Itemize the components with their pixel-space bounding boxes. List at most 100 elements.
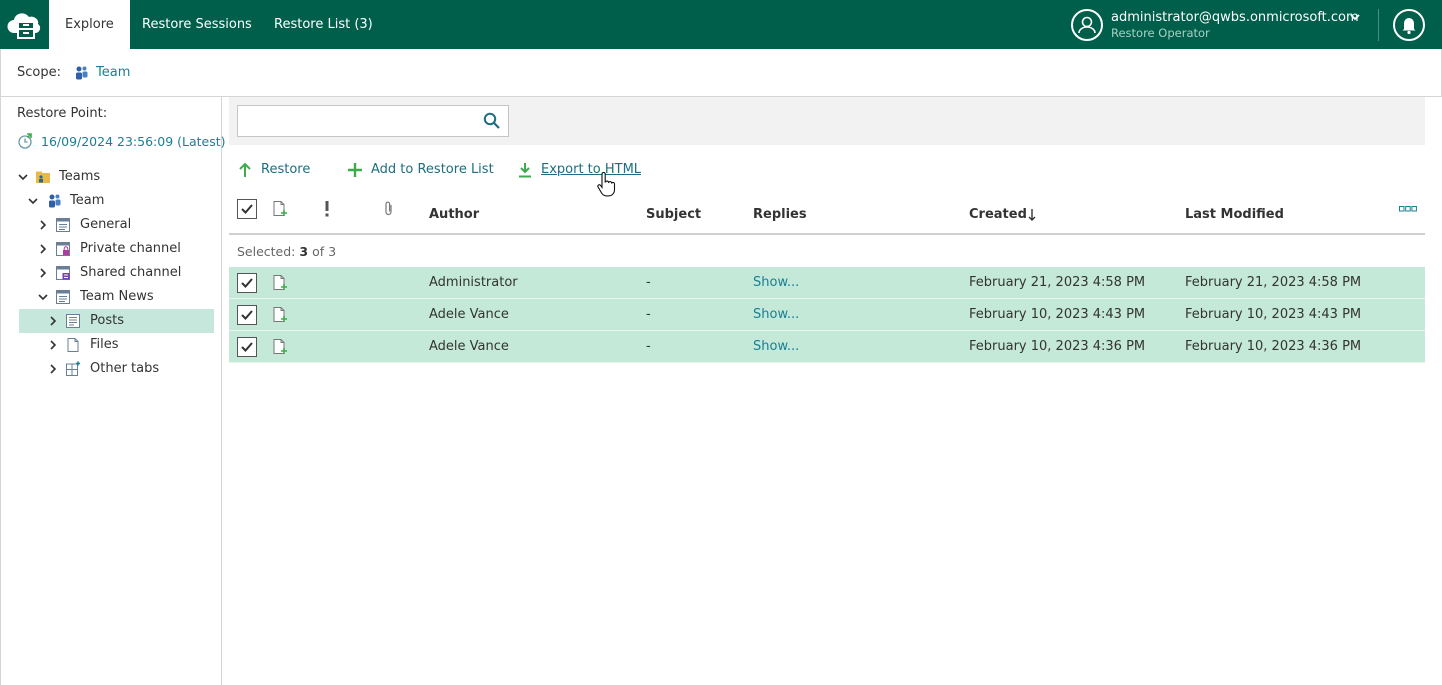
export-to-html-label: Export to HTML — [541, 162, 642, 177]
cell-subject: - — [646, 307, 651, 322]
tree-item-shared-channel[interactable]: Shared channel — [37, 261, 213, 285]
user-icon — [1078, 16, 1096, 34]
tree-item-private-channel[interactable]: Private channel — [37, 237, 213, 261]
export-to-html-button[interactable]: Export to HTML — [517, 160, 647, 180]
table-row[interactable]: Adele Vance - Show... February 10, 2023 … — [229, 331, 1425, 363]
cell-last-modified: February 21, 2023 4:58 PM — [1185, 275, 1362, 290]
chevron-right-icon[interactable] — [37, 243, 49, 255]
row-checkbox[interactable] — [237, 305, 257, 325]
chevron-right-icon[interactable] — [47, 363, 59, 375]
cell-author: Administrator — [429, 275, 518, 290]
tab-explore[interactable]: Explore — [49, 0, 130, 49]
chevron-right-icon[interactable] — [47, 339, 59, 351]
user-email[interactable]: administrator@qwbs.onmicrosoft.com — [1111, 10, 1359, 25]
arrow-up-icon — [239, 162, 251, 177]
tree-item-files[interactable]: Files — [47, 333, 213, 357]
restore-point-clock-icon — [18, 133, 32, 149]
post-item-icon — [273, 307, 287, 322]
chevron-down-icon[interactable] — [17, 171, 29, 183]
plus-icon — [348, 163, 362, 177]
item-type-icon — [273, 201, 287, 216]
chevron-right-icon[interactable] — [47, 315, 59, 327]
channel-icon — [56, 218, 70, 232]
chevron-down-icon[interactable] — [37, 291, 49, 303]
tree-item-label: Private channel — [80, 241, 181, 256]
table-header: Author Subject Replies Created Last Modi… — [229, 195, 1425, 235]
checkmark-icon — [241, 204, 253, 214]
chevron-down-icon[interactable] — [27, 195, 39, 207]
row-checkbox[interactable] — [237, 273, 257, 293]
cell-last-modified: February 10, 2023 4:43 PM — [1185, 307, 1362, 322]
posts-icon — [66, 314, 80, 328]
checkmark-icon — [241, 342, 253, 352]
column-options-icon[interactable] — [1399, 205, 1417, 213]
show-replies-link[interactable]: Show... — [753, 275, 799, 290]
tree-item-general[interactable]: General — [37, 213, 213, 237]
tab-restore-sessions[interactable]: Restore Sessions — [126, 0, 268, 49]
post-item-icon — [273, 339, 287, 354]
tree-item-other-tabs[interactable]: Other tabs — [47, 357, 213, 381]
teams-folder-icon — [36, 171, 50, 183]
shared-channel-icon — [56, 266, 70, 280]
column-last-modified[interactable]: Last Modified — [1185, 207, 1284, 222]
private-channel-icon — [56, 242, 70, 256]
cell-author: Adele Vance — [429, 339, 509, 354]
column-created[interactable]: Created — [969, 207, 1027, 222]
team-icon — [76, 66, 88, 80]
checkmark-icon — [241, 310, 253, 320]
search-input[interactable] — [237, 105, 509, 137]
post-item-icon — [273, 275, 287, 290]
tree-item-label: Files — [90, 337, 119, 352]
restore-button[interactable]: Restore — [237, 160, 317, 180]
restore-button-label: Restore — [261, 162, 311, 177]
column-author[interactable]: Author — [429, 207, 479, 222]
app-logo-icon — [7, 13, 41, 39]
attachment-icon — [385, 201, 392, 216]
column-replies[interactable]: Replies — [753, 207, 807, 222]
show-replies-link[interactable]: Show... — [753, 339, 799, 354]
search-bar — [229, 97, 1425, 145]
user-role: Restore Operator — [1111, 26, 1210, 40]
bell-icon — [1402, 18, 1416, 35]
topbar-divider — [1378, 9, 1379, 41]
restore-point-value[interactable]: 16/09/2024 23:56:09 (Latest) — [41, 134, 226, 149]
tree-item-label: General — [80, 217, 132, 232]
chevron-right-icon[interactable] — [37, 267, 49, 279]
search-icon[interactable] — [483, 112, 501, 130]
cell-created: February 21, 2023 4:58 PM — [969, 275, 1146, 290]
show-replies-link[interactable]: Show... — [753, 307, 799, 322]
notifications-button[interactable] — [1393, 9, 1425, 41]
user-avatar[interactable] — [1071, 9, 1103, 41]
chevron-down-icon[interactable] — [1349, 11, 1361, 23]
selection-summary: Selected: 3 of 3 — [237, 244, 337, 259]
sort-descending-icon[interactable] — [1027, 208, 1037, 222]
add-to-restore-list-label: Add to Restore List — [371, 162, 494, 177]
tab-restore-list[interactable]: Restore List (3) — [258, 0, 389, 49]
tree-item-label: Team News — [80, 289, 154, 304]
cell-created: February 10, 2023 4:43 PM — [969, 307, 1146, 322]
tree-item-team[interactable]: Team — [27, 189, 213, 213]
tree-item-label: Other tabs — [90, 361, 160, 376]
cell-subject: - — [646, 275, 651, 290]
tree-item-team-news[interactable]: Team News — [37, 285, 213, 309]
tree-item-label: Shared channel — [80, 265, 182, 280]
add-to-restore-list-button[interactable]: Add to Restore List — [347, 160, 497, 180]
select-all-checkbox[interactable] — [237, 199, 257, 219]
tree-item-teams[interactable]: Teams — [17, 165, 213, 189]
scope-value[interactable]: Team — [96, 65, 130, 80]
download-icon — [519, 163, 531, 178]
navigation-tree-panel: Restore Point: 16/09/2024 23:56:09 (Late… — [0, 97, 226, 685]
row-checkbox[interactable] — [237, 337, 257, 357]
top-bar: Explore Restore Sessions Restore List (3… — [0, 0, 1442, 49]
tree-item-posts[interactable]: Posts — [19, 309, 214, 333]
file-icon — [67, 338, 79, 352]
checkmark-icon — [241, 278, 253, 288]
scope-bar: Scope: Team — [0, 49, 1442, 97]
other-tabs-icon — [66, 361, 80, 376]
tree-item-label: Team — [70, 193, 105, 208]
column-subject[interactable]: Subject — [646, 207, 701, 222]
chevron-right-icon[interactable] — [37, 219, 49, 231]
tree-item-label: Posts — [90, 313, 124, 328]
table-row[interactable]: Administrator - Show... February 21, 202… — [229, 267, 1425, 299]
table-row[interactable]: Adele Vance - Show... February 10, 2023 … — [229, 299, 1425, 331]
